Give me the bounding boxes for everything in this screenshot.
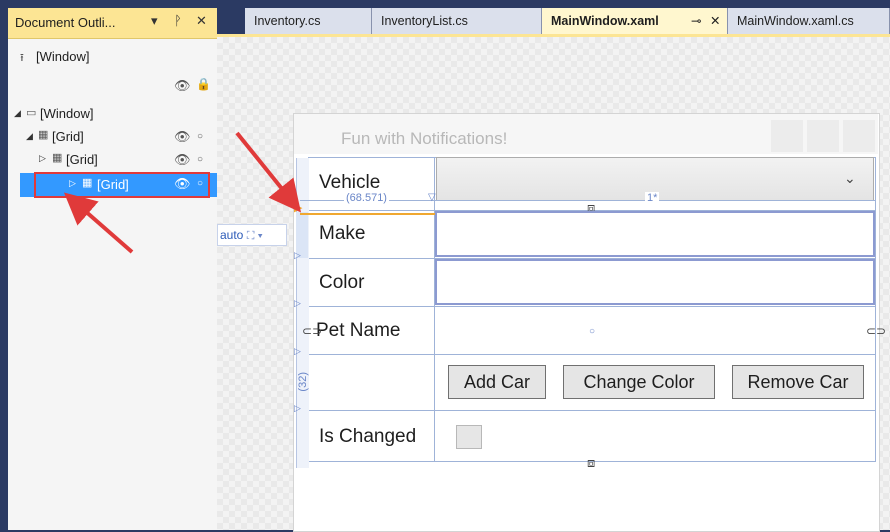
lock-icon[interactable]: 🔒 (196, 77, 211, 91)
lock-dot-icon[interactable]: ○ (197, 131, 203, 142)
auto-label: auto (220, 228, 244, 242)
resize-handle-icon[interactable]: ⧈ (587, 455, 595, 471)
row-size-tag[interactable]: auto ⛶ ▾ (217, 224, 287, 246)
pin-icon[interactable]: ᚹ (174, 13, 182, 28)
lock-dot-icon[interactable]: ○ (197, 154, 203, 165)
chevron-down-icon[interactable]: ⌄ (844, 170, 856, 187)
change-color-button[interactable]: Change Color (563, 365, 715, 399)
window-icon: ▭ (26, 107, 37, 119)
outline-item-label: [Grid] (52, 129, 84, 144)
collapse-triangle-icon[interactable]: ◢ (14, 108, 21, 119)
window-title: Fun with Notifications! (341, 129, 508, 148)
outline-item-window[interactable]: ◢ ▭ [Window] (8, 103, 217, 125)
row-marker-icon[interactable]: ▷ (294, 403, 301, 414)
pin-icon[interactable]: ⊸ (691, 13, 701, 28)
outline-item-grid-child[interactable]: ▷ ▦ [Grid] 👁 ○ (8, 149, 217, 171)
eye-icon[interactable]: 👁 (174, 78, 191, 94)
grid-row-line (308, 410, 876, 411)
expand-triangle-icon[interactable]: ▷ (39, 153, 46, 164)
annotation-highlight-box (34, 172, 210, 198)
grid-icon: ▦ (38, 129, 49, 141)
column-width-label: (68.571) (344, 192, 389, 204)
document-outline-panel: Document Outli... ▾ ᚹ ✕ ⭱ [Window] 👁 🔒 ◢… (8, 8, 217, 530)
tab-label: InventoryList.cs (381, 14, 468, 28)
add-car-button[interactable]: Add Car (448, 365, 546, 399)
minimize-button[interactable] (771, 120, 803, 152)
window-up-icon: ⭱ (20, 52, 24, 64)
pet-name-textbox[interactable] (436, 307, 875, 353)
outline-item-root-window[interactable]: ⭱ [Window] (8, 46, 217, 68)
vehicle-label: Vehicle (319, 172, 381, 193)
row-marker-icon[interactable]: ▷ (294, 346, 301, 357)
row-height-label: (32) (297, 372, 309, 392)
link-handle-icon[interactable]: ⊂⊃ (302, 324, 322, 338)
eye-icon[interactable]: 👁 (174, 129, 191, 145)
make-label: Make (319, 223, 366, 244)
tab-inventorylist-cs[interactable]: InventoryList.cs (372, 8, 542, 34)
center-handle-icon[interactable]: ○ (589, 326, 595, 337)
tab-mainwindow-xaml[interactable]: MainWindow.xaml ⊸ ✕ (542, 8, 728, 34)
tab-label: MainWindow.xaml (551, 14, 659, 28)
eye-icon[interactable]: 👁 (174, 152, 191, 168)
row-marker-icon[interactable]: ▷ (294, 298, 301, 309)
outline-item-label: [Window] (40, 106, 94, 121)
column-marker-icon[interactable]: ▽ (428, 192, 436, 203)
is-changed-label: Is Changed (319, 426, 417, 447)
row-marker-icon[interactable]: ▷ (294, 250, 301, 261)
grid-icon: ▦ (52, 152, 63, 164)
resize-mode-icon[interactable]: ⛶ ▾ (247, 230, 263, 242)
document-tab-bar: Inventory.cs InventoryList.cs MainWindow… (217, 8, 890, 35)
color-label: Color (319, 272, 365, 293)
grid-border-right (875, 157, 876, 462)
outline-dropdown-icon[interactable]: ▾ (151, 13, 158, 29)
outline-title: Document Outli... (15, 15, 116, 30)
close-icon[interactable]: ✕ (196, 13, 207, 29)
is-changed-checkbox[interactable] (456, 425, 482, 449)
outline-header: Document Outli... ▾ ᚹ ✕ (8, 8, 217, 39)
remove-car-button[interactable]: Remove Car (732, 365, 864, 399)
tab-label: MainWindow.xaml.cs (737, 14, 854, 28)
maximize-button[interactable] (807, 120, 839, 152)
star-width-label: 1* (645, 192, 660, 204)
color-textbox[interactable] (435, 259, 875, 305)
outline-item-label: [Grid] (66, 152, 98, 167)
pet-name-label: Pet Name (316, 320, 401, 341)
close-icon[interactable]: ✕ (710, 13, 720, 28)
tab-mainwindow-xaml-cs[interactable]: MainWindow.xaml.cs (728, 8, 890, 34)
close-button[interactable] (843, 120, 875, 152)
tab-inventory-cs[interactable]: Inventory.cs (245, 8, 372, 34)
make-textbox[interactable] (435, 211, 875, 257)
tab-label: Inventory.cs (254, 14, 321, 28)
link-handle-icon[interactable]: ⊂⊃ (866, 324, 886, 338)
grid-row-line (308, 354, 876, 355)
collapse-triangle-icon[interactable]: ◢ (26, 131, 33, 142)
outline-item-grid[interactable]: ◢ ▦ [Grid] 👁 ○ (8, 126, 217, 148)
outline-item-label: [Window] (36, 49, 90, 64)
